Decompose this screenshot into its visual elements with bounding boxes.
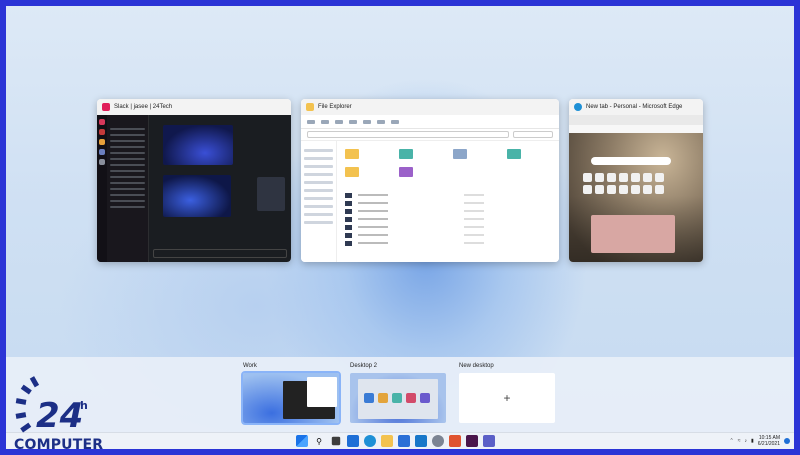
window-title: File Explorer — [318, 104, 352, 110]
window-title-bar: Slack | jasee | 24Tech — [97, 99, 291, 115]
window-title-bar: File Explorer — [301, 99, 559, 115]
taskbar: ⚲ ⌃ ≈ ♪ ▮ 10:15 AM 6/21/2021 — [6, 432, 794, 449]
window-preview — [569, 115, 703, 262]
desktop-label: New desktop — [459, 363, 494, 369]
desktop-label: Work — [243, 363, 257, 369]
chevron-up-icon[interactable]: ⌃ — [730, 438, 734, 444]
new-desktop[interactable]: New desktop + — [459, 363, 555, 423]
slack-icon[interactable] — [466, 435, 478, 447]
windows-icon[interactable] — [296, 435, 308, 447]
logo-number: 24 — [36, 396, 83, 436]
teams-icon[interactable] — [483, 435, 495, 447]
system-tray: ⌃ ≈ ♪ ▮ 10:15 AM 6/21/2021 — [730, 435, 790, 447]
window-title-bar: New tab - Personal - Microsoft Edge — [569, 99, 703, 115]
widgets-icon[interactable] — [347, 435, 359, 447]
plus-icon: + — [503, 391, 511, 405]
desktop-thumbnail — [241, 371, 341, 425]
window-title: Slack | jasee | 24Tech — [114, 104, 173, 110]
logo-superscript: h — [80, 399, 88, 412]
file-explorer-icon[interactable] — [381, 435, 393, 447]
store-icon[interactable] — [398, 435, 410, 447]
window-file-explorer[interactable]: File Explorer — [301, 99, 559, 262]
window-slack[interactable]: Slack | jasee | 24Tech — [97, 99, 291, 262]
volume-icon[interactable]: ♪ — [744, 438, 747, 444]
wifi-icon[interactable]: ≈ — [738, 438, 741, 444]
desktop-thumbnail — [350, 373, 446, 423]
window-edge[interactable]: New tab - Personal - Microsoft Edge — [569, 99, 703, 262]
window-preview — [97, 115, 291, 262]
clock-date: 6/21/2021 — [757, 441, 780, 447]
desktop-label: Desktop 2 — [350, 363, 378, 369]
office-icon[interactable] — [449, 435, 461, 447]
window-title: New tab - Personal - Microsoft Edge — [586, 104, 683, 110]
brand-wordmark: COMPUTER — [14, 437, 104, 449]
battery-icon[interactable]: ▮ — [751, 438, 754, 444]
edge-icon[interactable] — [364, 435, 376, 447]
settings-icon[interactable] — [432, 435, 444, 447]
desktop-2[interactable]: Desktop 2 — [350, 363, 446, 423]
desktop-work[interactable]: Work — [241, 363, 341, 425]
mail-icon[interactable] — [415, 435, 427, 447]
window-preview — [301, 115, 559, 262]
edge-icon — [574, 103, 582, 111]
clock[interactable]: 10:15 AM 6/21/2021 — [758, 435, 780, 447]
task-view-screen: Slack | jasee | 24Tech File Explorer New… — [6, 6, 794, 449]
search-icon[interactable]: ⚲ — [313, 435, 325, 447]
folder-icon — [306, 103, 314, 111]
task-view-icon[interactable] — [331, 436, 341, 446]
virtual-desktops-bar: Work Desktop 2 New desktop + — [6, 357, 794, 434]
slack-icon — [102, 103, 110, 111]
notification-icon[interactable] — [784, 438, 790, 444]
new-desktop-button[interactable]: + — [459, 373, 555, 423]
